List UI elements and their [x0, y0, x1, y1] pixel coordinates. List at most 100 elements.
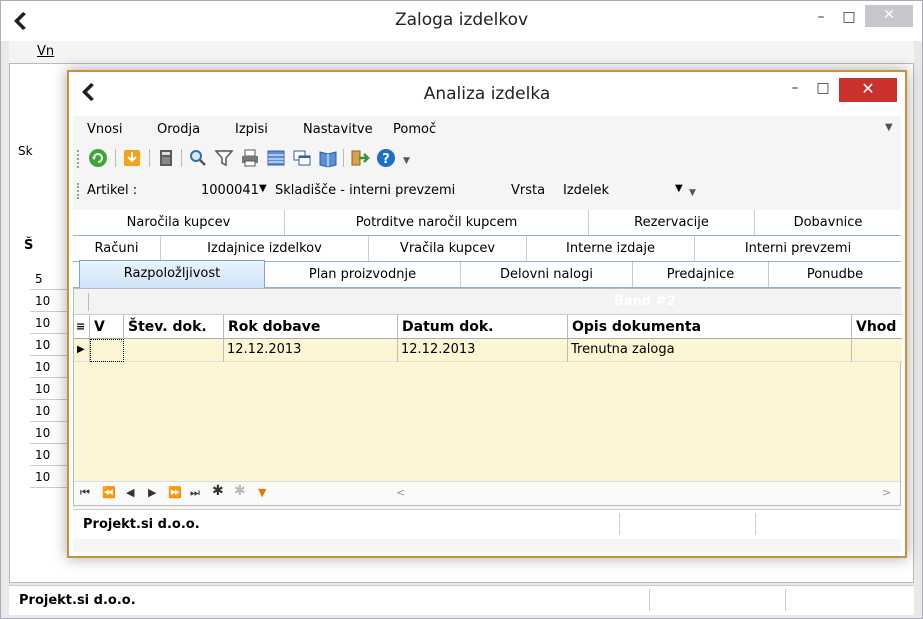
column-header-stev-dok[interactable]: Štev. dok.: [124, 315, 224, 339]
tab-narocila-kupcev[interactable]: Naročila kupcev: [73, 210, 285, 235]
outer-status-text: Projekt.si d.o.o.: [19, 593, 136, 608]
calculator-icon[interactable]: [155, 147, 177, 169]
inner-window-title: Analiza izdelka: [423, 84, 551, 104]
tabs-row-2: Računi Izdajnice izdelkov Vračila kupcev…: [73, 236, 901, 262]
availability-grid: Band #2 ≡ V Štev. dok. Rok dobave Datum …: [73, 288, 902, 506]
scroll-left-icon[interactable]: <: [396, 486, 405, 499]
vrsta-label: Vrsta: [511, 183, 546, 198]
inner-titlebar[interactable]: Analiza izdelka – □ ✕: [69, 72, 905, 116]
help-icon[interactable]: ?: [375, 147, 397, 169]
cell-datum-dok[interactable]: 12.12.2013: [398, 339, 568, 362]
toolbar: ? ▼: [73, 144, 901, 174]
grid-view-icon[interactable]: [265, 147, 287, 169]
column-header-vhod[interactable]: Vhod: [852, 315, 900, 339]
inner-maximize-button[interactable]: □: [809, 78, 837, 100]
toolbar-overflow-icon[interactable]: ▼: [403, 156, 410, 166]
toolbar-separator: [149, 149, 150, 167]
cell-opis[interactable]: Trenutna zaloga: [568, 339, 852, 362]
artikel-dropdown[interactable]: 1000041: [201, 183, 259, 198]
tab-predajnice[interactable]: Predajnice: [633, 262, 769, 287]
tab-rezervacije[interactable]: Rezervacije: [589, 210, 755, 235]
tab-razpolozljivost[interactable]: Razpoložljivost: [79, 260, 265, 288]
windows-icon[interactable]: [291, 147, 313, 169]
cell-rok-dobave[interactable]: 12.12.2013: [224, 339, 398, 362]
exit-icon[interactable]: [349, 147, 371, 169]
nav-last-icon[interactable]: ⏭: [190, 486, 200, 500]
tab-izdajnice-izdelkov[interactable]: Izdajnice izdelkov: [161, 236, 369, 261]
filterbar-overflow-icon[interactable]: ▼: [689, 188, 696, 198]
inner-close-button[interactable]: ✕: [839, 78, 897, 102]
cell-stev-dok[interactable]: [124, 339, 224, 362]
nav-first-icon[interactable]: ⏮: [80, 486, 90, 500]
menu-izpisi[interactable]: Izpisi: [235, 122, 268, 137]
toolbar-separator: [115, 149, 116, 167]
outer-row-label[interactable]: 10: [30, 312, 70, 334]
column-header-opis[interactable]: Opis dokumenta: [568, 315, 852, 339]
menu-nastavitve[interactable]: Nastavitve: [303, 122, 373, 137]
outer-row-label[interactable]: 10: [30, 400, 70, 422]
column-chooser-icon[interactable]: ≡: [74, 315, 90, 339]
menu-vnosi[interactable]: Vnosi: [87, 122, 122, 137]
cell-v[interactable]: [90, 339, 124, 362]
tab-ponudbe[interactable]: Ponudbe: [769, 262, 901, 287]
cell-vhod[interactable]: [852, 339, 900, 362]
book-icon[interactable]: [317, 147, 339, 169]
outer-status-cell: [649, 589, 785, 611]
nav-next-icon[interactable]: ▶: [148, 486, 156, 499]
toolbar-grip[interactable]: [77, 150, 80, 168]
menubar-overflow-icon[interactable]: ▼: [885, 122, 893, 133]
filterbar-grip[interactable]: [77, 183, 80, 199]
scroll-right-icon[interactable]: >: [882, 486, 891, 499]
tab-potrditve-narocil[interactable]: Potrditve naročil kupcem: [285, 210, 589, 235]
outer-row-label[interactable]: 10: [30, 378, 70, 400]
inner-minimize-button[interactable]: –: [781, 78, 809, 100]
menu-pomoc[interactable]: Pomoč: [393, 122, 436, 137]
column-header-datum-dok[interactable]: Datum dok.: [398, 315, 568, 339]
inner-status-cell: [619, 513, 755, 535]
outer-menu-fragment[interactable]: Vn: [37, 44, 54, 59]
tab-vracila-kupcev[interactable]: Vračila kupcev: [369, 236, 527, 261]
band-divider: [88, 293, 89, 311]
vrsta-dropdown[interactable]: Izdelek: [563, 183, 609, 198]
nav-prev-page-icon[interactable]: ⏪: [102, 486, 116, 499]
outer-row-label[interactable]: 10: [30, 444, 70, 466]
artikel-dropdown-arrow-icon[interactable]: ▼: [259, 183, 267, 194]
nav-prev-icon[interactable]: ◀: [126, 486, 134, 499]
outer-row-label[interactable]: 10: [30, 422, 70, 444]
outer-row-label[interactable]: 10: [30, 466, 70, 488]
outer-minimize-button[interactable]: –: [807, 7, 835, 29]
inner-body: Vnosi Orodja Izpisi Nastavitve Pomoč ▼ ?…: [73, 116, 902, 552]
tab-interne-izdaje[interactable]: Interne izdaje: [527, 236, 695, 261]
inner-status-text: Projekt.si d.o.o.: [83, 517, 200, 532]
vrsta-dropdown-arrow-icon[interactable]: ▼: [675, 183, 683, 194]
tabs-row-3: Razpoložljivost Plan proizvodnje Delovni…: [73, 260, 901, 288]
tab-delovni-nalogi[interactable]: Delovni nalogi: [461, 262, 633, 287]
tab-racuni[interactable]: Računi: [73, 236, 161, 261]
outer-maximize-button[interactable]: □: [835, 7, 863, 29]
outer-row-label[interactable]: 10: [30, 356, 70, 378]
search-icon[interactable]: [187, 147, 209, 169]
outer-close-button[interactable]: ✕: [865, 5, 913, 27]
print-icon[interactable]: [239, 147, 261, 169]
filter-icon[interactable]: [213, 147, 235, 169]
menu-orodja[interactable]: Orodja: [157, 122, 200, 137]
column-header-rok-dobave[interactable]: Rok dobave: [224, 315, 398, 339]
outer-titlebar[interactable]: Zaloga izdelkov – □ ✕: [1, 1, 922, 41]
outer-row-label[interactable]: 5: [30, 268, 70, 290]
column-header-v[interactable]: V: [90, 315, 124, 339]
outer-row-label[interactable]: 10: [30, 290, 70, 312]
nav-next-page-icon[interactable]: ⏩: [168, 486, 182, 499]
tab-dobavnice[interactable]: Dobavnice: [755, 210, 901, 235]
download-icon[interactable]: [121, 147, 143, 169]
outer-status-cell: [785, 589, 913, 611]
tab-interni-prevzemi[interactable]: Interni prevzemi: [695, 236, 901, 261]
nav-filter-icon[interactable]: ▼: [258, 486, 266, 499]
filter-bar: Artikel : 1000041 ▼ Skladišče - interni …: [73, 174, 901, 206]
refresh-icon[interactable]: [87, 147, 109, 169]
tab-plan-proizvodnje[interactable]: Plan proizvodnje: [265, 262, 461, 287]
table-row[interactable]: ▶ 12.12.2013 12.12.2013 Trenutna zaloga: [74, 339, 902, 362]
menubar: Vnosi Orodja Izpisi Nastavitve Pomoč ▼: [73, 116, 901, 142]
outer-row-label[interactable]: 10: [30, 334, 70, 356]
nav-insert-icon[interactable]: ✱: [212, 483, 224, 499]
nav-delete-icon[interactable]: ✱: [234, 483, 246, 499]
